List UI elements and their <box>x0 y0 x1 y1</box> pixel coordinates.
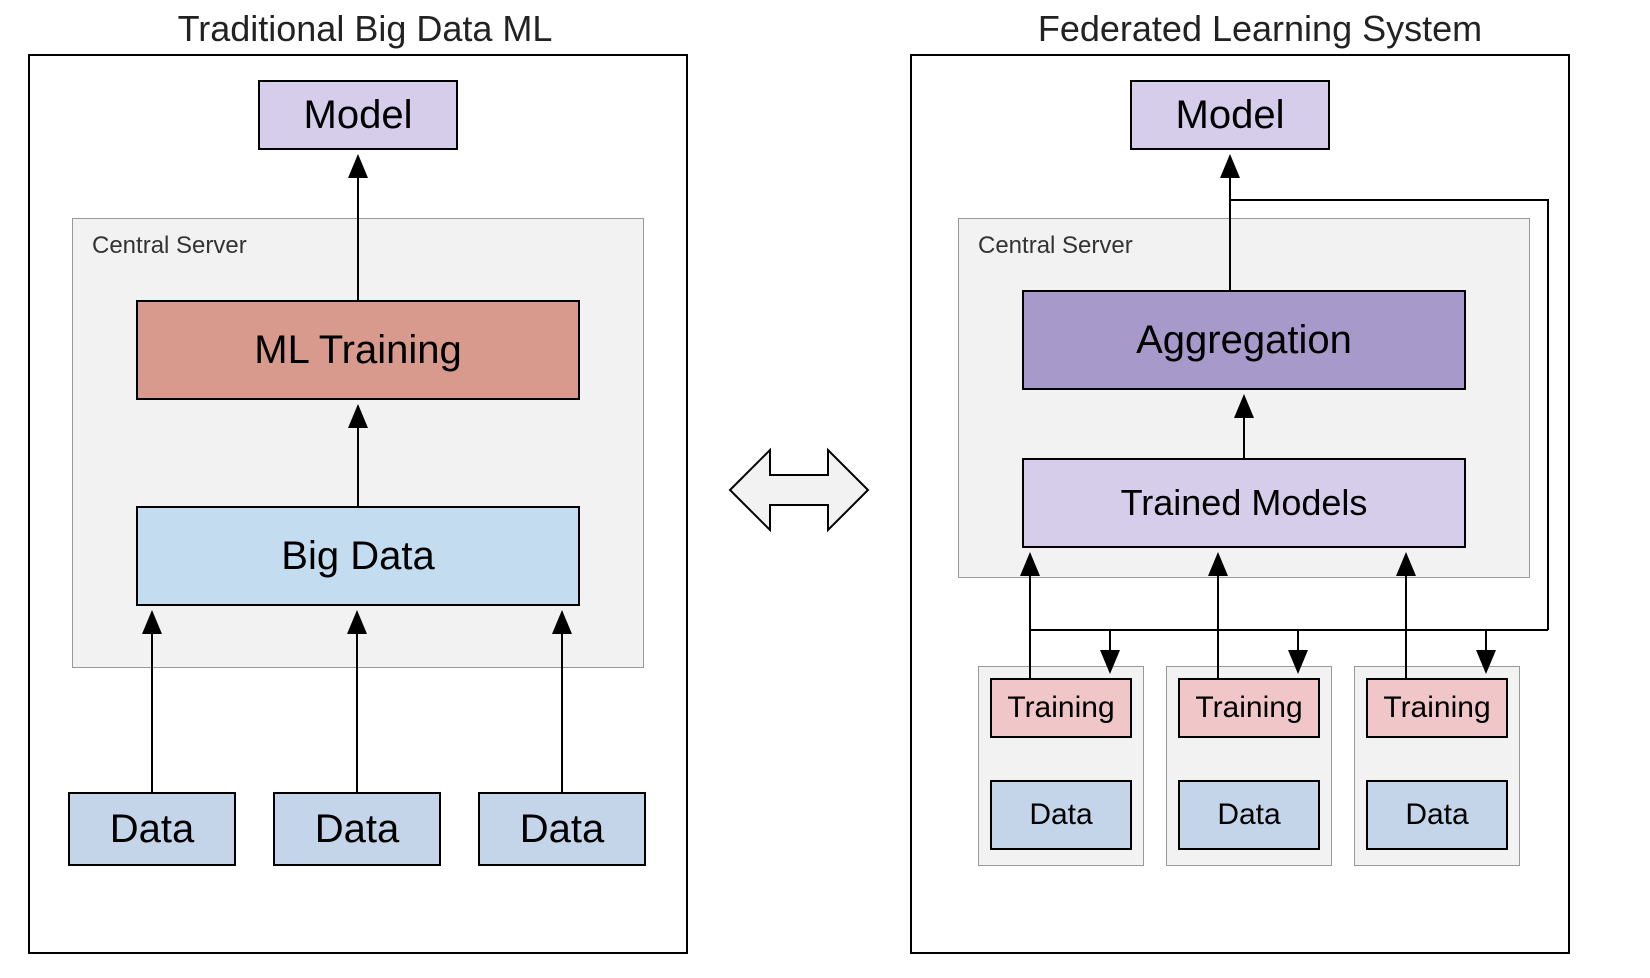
right-server-label: Central Server <box>978 232 1133 260</box>
client-1-data-label: Data <box>1029 798 1092 832</box>
left-model-label: Model <box>304 93 413 138</box>
big-data-label: Big Data <box>281 534 434 579</box>
client-2-training-label: Training <box>1195 691 1302 725</box>
diagram-root: Traditional Big Data ML System Model Cen… <box>0 0 1650 978</box>
ml-training-box: ML Training <box>136 300 580 400</box>
left-data-3-label: Data <box>520 807 605 852</box>
client-1-data: Data <box>990 780 1132 850</box>
aggregation-box: Aggregation <box>1022 290 1466 390</box>
client-3-training-label: Training <box>1383 691 1490 725</box>
left-data-1: Data <box>68 792 236 866</box>
client-2-data: Data <box>1178 780 1320 850</box>
client-3-data: Data <box>1366 780 1508 850</box>
left-data-2-label: Data <box>315 807 400 852</box>
aggregation-label: Aggregation <box>1136 318 1352 363</box>
compare-double-arrow <box>730 450 868 530</box>
client-3-training: Training <box>1366 678 1508 738</box>
client-3-data-label: Data <box>1405 798 1468 832</box>
left-server-label: Central Server <box>92 232 247 260</box>
trained-models-label: Trained Models <box>1121 482 1368 524</box>
right-title: Federated Learning System <box>1010 8 1510 50</box>
client-1-training: Training <box>990 678 1132 738</box>
left-model-box: Model <box>258 80 458 150</box>
trained-models-box: Trained Models <box>1022 458 1466 548</box>
client-1-training-label: Training <box>1007 691 1114 725</box>
left-data-3: Data <box>478 792 646 866</box>
client-2-data-label: Data <box>1217 798 1280 832</box>
right-model-label: Model <box>1176 93 1285 138</box>
big-data-box: Big Data <box>136 506 580 606</box>
ml-training-label: ML Training <box>254 328 462 373</box>
left-data-1-label: Data <box>110 807 195 852</box>
right-model-box: Model <box>1130 80 1330 150</box>
left-data-2: Data <box>273 792 441 866</box>
client-2-training: Training <box>1178 678 1320 738</box>
